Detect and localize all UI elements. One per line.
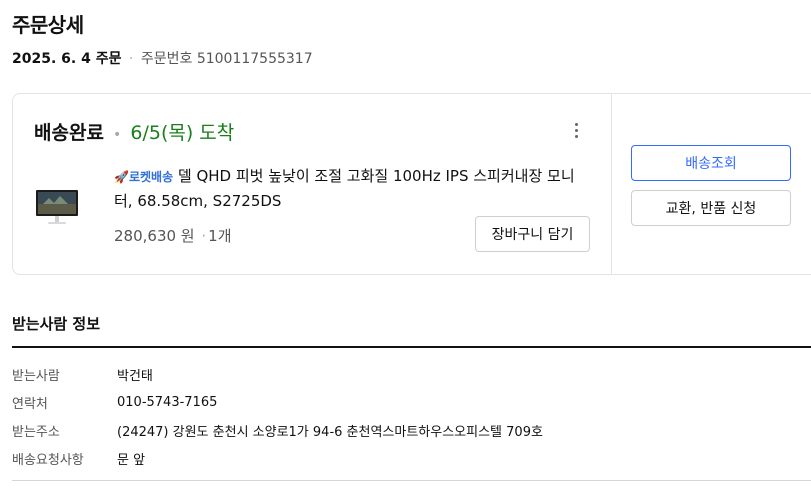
product-thumbnail[interactable] xyxy=(35,184,79,228)
add-to-cart-button[interactable]: 장바구니 담기 xyxy=(475,216,590,252)
order-date: 2025. 6. 4 주문 xyxy=(12,51,122,67)
separator-dot: · xyxy=(201,227,207,245)
rocket-icon: 🚀 xyxy=(114,170,129,184)
order-number: 5100117555317 xyxy=(196,51,313,67)
info-row: 연락처 010-5743-7165 xyxy=(12,388,811,416)
order-meta: 2025. 6. 4 주문 · 주문번호 5100117555317 xyxy=(12,48,313,68)
return-exchange-button[interactable]: 교환, 반품 신청 xyxy=(631,190,791,226)
delivery-status: 배송완료 xyxy=(34,122,104,144)
info-label: 받는주소 xyxy=(12,424,60,440)
rocket-badge: 🚀로켓배송 xyxy=(114,170,173,184)
info-value: 박건태 xyxy=(117,368,153,384)
info-label: 연락처 xyxy=(12,396,48,412)
page-title: 주문상세 xyxy=(12,13,84,37)
info-label: 배송요청사항 xyxy=(12,452,84,468)
shipment-panel: 배송완료 • 6/5(목) 도착 🚀로켓배송 델 QHD 피벗 높낮이 조절 고… xyxy=(13,94,612,274)
track-delivery-button[interactable]: 배송조회 xyxy=(631,145,791,181)
more-vertical-icon[interactable] xyxy=(566,119,586,141)
info-row: 받는사람 박건태 xyxy=(12,360,811,388)
info-row: 받는주소 (24247) 강원도 춘천시 소양로1가 94-6 춘천역스마트하우… xyxy=(12,416,811,444)
info-label: 받는사람 xyxy=(12,368,60,384)
info-value: 010-5743-7165 xyxy=(117,394,218,410)
order-card: 배송완료 • 6/5(목) 도착 🚀로켓배송 델 QHD 피벗 높낮이 조절 고… xyxy=(12,93,811,275)
recipient-section-title: 받는사람 정보 xyxy=(12,315,101,333)
info-value: (24247) 강원도 춘천시 소양로1가 94-6 춘천역스마트하우스오피스텔… xyxy=(117,424,543,440)
section-divider xyxy=(12,346,811,348)
info-row: 배송요청사항 문 앞 xyxy=(12,444,811,472)
separator-dot: · xyxy=(128,51,134,67)
order-number-label: 주문번호 xyxy=(140,51,193,67)
recipient-info-table: 받는사람 박건태 연락처 010-5743-7165 받는주소 (24247) … xyxy=(12,360,811,472)
separator-dot: • xyxy=(113,127,122,143)
delivery-line: 배송완료 • 6/5(목) 도착 xyxy=(34,118,234,145)
rocket-badge-label: 로켓배송 xyxy=(128,170,174,184)
info-value: 문 앞 xyxy=(117,452,146,468)
product-price: 280,630 원 xyxy=(114,227,195,245)
price-line: 280,630 원 · 1개 xyxy=(114,225,232,246)
product-quantity: 1개 xyxy=(208,227,232,245)
arrival-date: 6/5(목) 도착 xyxy=(130,122,235,144)
product-name[interactable]: 델 QHD 피벗 높낮이 조절 고화질 100Hz IPS 스피커내장 모니터,… xyxy=(114,167,575,210)
product-name-line[interactable]: 🚀로켓배송 델 QHD 피벗 높낮이 조절 고화질 100Hz IPS 스피커내… xyxy=(114,164,592,213)
bottom-divider xyxy=(12,480,811,481)
